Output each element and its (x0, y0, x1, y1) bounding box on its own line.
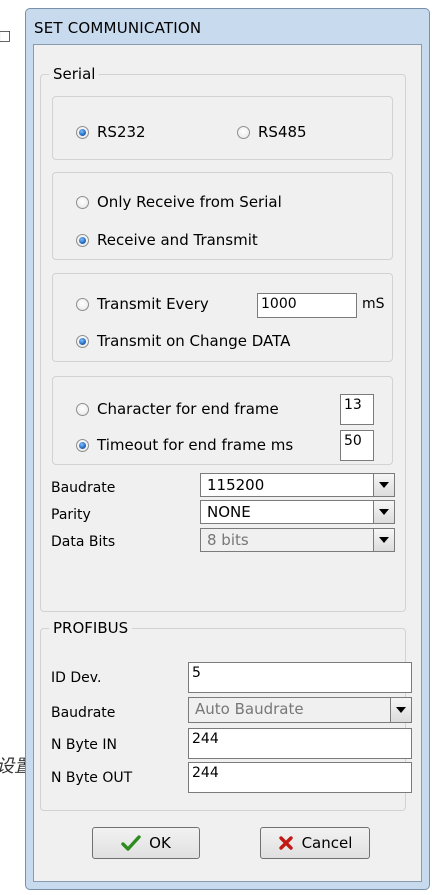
n-byte-out-label: N Byte OUT (51, 770, 133, 786)
radio-transmit-on-change-label: Transmit on Change DATA (97, 332, 291, 350)
radio-rs232[interactable]: RS232 (76, 123, 146, 141)
checkmark-icon (121, 835, 141, 851)
radio-timeout-end-frame[interactable]: Timeout for end frame ms (76, 436, 293, 454)
radio-only-receive[interactable]: Only Receive from Serial (76, 193, 282, 211)
radio-transmit-every[interactable]: Transmit Every (76, 295, 209, 313)
radio-rs485[interactable]: RS485 (237, 123, 307, 141)
radio-rs485-indicator[interactable] (237, 125, 250, 139)
timeout-end-frame-input[interactable]: 50 (340, 430, 374, 461)
radio-rs232-indicator[interactable] (76, 125, 89, 139)
ok-button-label: OK (149, 834, 171, 852)
radio-transmit-on-change-indicator[interactable] (76, 334, 89, 348)
radio-char-end-frame-label: Character for end frame (97, 400, 279, 418)
radio-char-end-frame-indicator[interactable] (76, 402, 89, 416)
transmit-every-unit: mS (362, 296, 385, 312)
char-end-frame-input[interactable]: 13 (340, 394, 374, 425)
chevron-down-icon (379, 509, 389, 515)
close-icon (278, 835, 294, 851)
background-glyph: □ (0, 28, 12, 44)
parity-value: NONE (207, 503, 251, 521)
databits-label: Data Bits (51, 534, 116, 550)
profibus-baudrate-select[interactable]: Auto Baudrate (188, 697, 412, 723)
n-byte-in-input[interactable]: 244 (188, 728, 412, 759)
parity-label: Parity (51, 507, 91, 523)
radio-transmit-every-label: Transmit Every (97, 295, 209, 313)
dialog-title: SET COMMUNICATION (34, 19, 202, 37)
radio-transmit-on-change[interactable]: Transmit on Change DATA (76, 332, 290, 350)
radio-receive-transmit-label: Receive and Transmit (97, 231, 258, 249)
radio-timeout-end-frame-label: Timeout for end frame ms (97, 436, 294, 454)
id-dev-label: ID Dev. (51, 670, 102, 686)
profibus-baudrate-dropdown-button[interactable] (390, 698, 411, 722)
cancel-button[interactable]: Cancel (260, 827, 370, 859)
radio-rs232-label: RS232 (97, 123, 146, 141)
radio-only-receive-indicator[interactable] (76, 195, 89, 209)
parity-select[interactable]: NONE (200, 500, 395, 524)
profibus-legend: PROFIBUS (53, 619, 129, 637)
parity-dropdown-button[interactable] (373, 501, 394, 523)
baudrate-label: Baudrate (51, 480, 116, 496)
chevron-down-icon (396, 707, 406, 713)
radio-only-receive-label: Only Receive from Serial (97, 193, 282, 211)
cancel-button-label: Cancel (301, 834, 353, 852)
profibus-baudrate-value: Auto Baudrate (195, 700, 304, 718)
baudrate-select[interactable]: 115200 (200, 473, 395, 497)
baudrate-dropdown-button[interactable] (373, 474, 394, 496)
radio-char-end-frame[interactable]: Character for end frame (76, 400, 279, 418)
ok-button[interactable]: OK (92, 827, 200, 859)
dialog-body: Serial RS232 RS485 Only Receive from Ser… (33, 44, 422, 882)
radio-receive-transmit[interactable]: Receive and Transmit (76, 231, 258, 249)
n-byte-in-label: N Byte IN (51, 737, 117, 753)
profibus-baudrate-label: Baudrate (51, 705, 116, 721)
chevron-down-icon (379, 482, 389, 488)
radio-rs485-label: RS485 (258, 123, 307, 141)
baudrate-value: 115200 (207, 476, 265, 494)
id-dev-input[interactable]: 5 (188, 662, 412, 693)
databits-value: 8 bits (207, 531, 249, 549)
serial-legend: Serial (53, 65, 96, 83)
transmit-every-input[interactable]: 1000 (257, 293, 357, 318)
n-byte-out-input[interactable]: 244 (188, 762, 412, 793)
chevron-down-icon (379, 537, 389, 543)
radio-receive-transmit-indicator[interactable] (76, 233, 89, 247)
radio-transmit-every-indicator[interactable] (76, 297, 89, 311)
databits-dropdown-button[interactable] (373, 529, 394, 551)
databits-select[interactable]: 8 bits (200, 528, 395, 552)
radio-timeout-end-frame-indicator[interactable] (76, 438, 89, 452)
set-communication-dialog: SET COMMUNICATION Serial RS232 RS485 Onl… (25, 8, 430, 890)
